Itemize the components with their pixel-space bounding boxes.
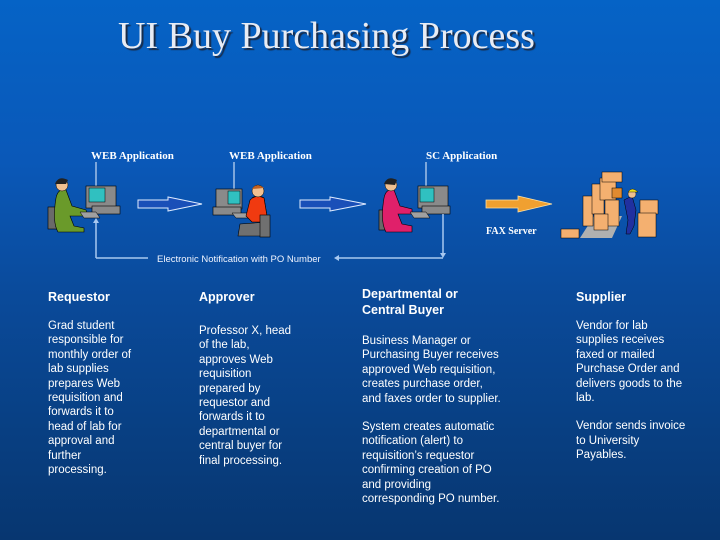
requestor-figure-icon — [47, 178, 89, 233]
buyer-figure-icon — [378, 178, 413, 233]
supplier-description-1: Vendor for lab supplies receives faxed o… — [576, 320, 683, 405]
approver-description: Professor X, head of the lab, approves W… — [199, 325, 292, 467]
buyer-heading: Departmental or Central Buyer — [362, 287, 458, 317]
approver-figure-icon — [237, 184, 271, 238]
connector-arrowhead-left — [334, 255, 339, 261]
computer-icon-3 — [409, 185, 451, 219]
supplier-warehouse-icon — [560, 171, 659, 239]
fax-server-label: FAX Server — [486, 226, 537, 237]
buyer-description-1: Business Manager or Purchasing Buyer rec… — [362, 335, 501, 405]
computer-icon-2 — [212, 188, 253, 219]
approver-column: Approver Professor X, head of the lab, a… — [199, 289, 299, 468]
approver-heading: Approver — [199, 290, 255, 304]
buyer-description-2: System creates automatic notification (a… — [362, 421, 500, 506]
supplier-column: Supplier Vendor for lab supplies receive… — [576, 289, 686, 463]
supplier-heading: Supplier — [576, 290, 627, 304]
computer-icon-1 — [79, 185, 121, 219]
requestor-heading: Requestor — [48, 290, 110, 304]
supplier-description-2: Vendor sends invoice to University Payab… — [576, 420, 686, 462]
flow-arrow-1 — [137, 196, 203, 212]
buyer-column: Departmental or Central Buyer Business M… — [362, 286, 502, 506]
requestor-column: Requestor Grad student responsible for m… — [48, 289, 138, 477]
notification-label: Electronic Notification with PO Number — [157, 254, 321, 265]
flow-arrow-2 — [299, 196, 367, 212]
fax-arrow — [485, 195, 553, 213]
requestor-description: Grad student responsible for monthly ord… — [48, 320, 132, 477]
connector-arrowhead-up — [93, 218, 99, 223]
